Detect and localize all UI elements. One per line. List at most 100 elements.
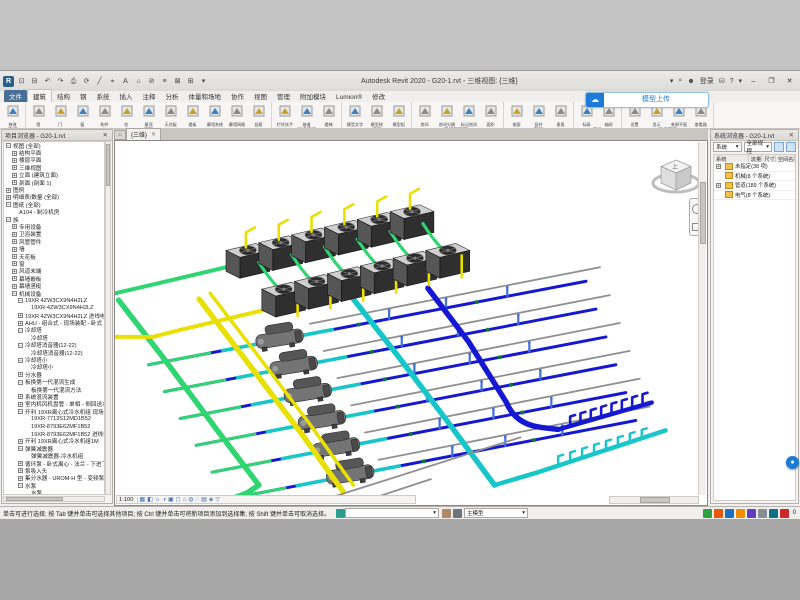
- shadows-icon[interactable]: ◑: [162, 496, 166, 504]
- model-upload-button[interactable]: ☁ 模型上传: [585, 92, 709, 108]
- temporary-view-properties-icon[interactable]: ▤: [201, 496, 207, 504]
- tree-item[interactable]: A104 - 制冷机房: [4, 209, 104, 216]
- ribbon-button-天花板[interactable]: 天花板: [160, 103, 181, 128]
- displacement-icon[interactable]: ◈: [209, 496, 214, 504]
- pipe-branches[interactable]: [148, 267, 649, 499]
- expand-icon[interactable]: +: [18, 476, 23, 481]
- close-system-browser-icon[interactable]: ✕: [788, 131, 795, 139]
- redo-icon[interactable]: ↷: [55, 76, 66, 87]
- worksets-icon[interactable]: [336, 509, 345, 518]
- ribbon-button-门[interactable]: 门: [50, 103, 71, 128]
- expand-icon[interactable]: +: [18, 402, 23, 407]
- open-icon[interactable]: ⊡: [16, 76, 27, 87]
- select-pinned-elements-icon[interactable]: [725, 509, 734, 518]
- expand-icon[interactable]: +: [18, 321, 23, 326]
- project-browser-vscroll[interactable]: [105, 141, 111, 495]
- ribbon-tab-插入[interactable]: 插入: [115, 90, 138, 102]
- tree-item[interactable]: +AHU - 组合式 - 现场装配 - 卧式 - 标准 - 2000 - 59: [4, 319, 104, 326]
- ribbon-tab-修改[interactable]: 修改: [367, 90, 390, 102]
- constraints-icon[interactable]: ▽: [215, 496, 220, 504]
- tree-item[interactable]: −冷却塔小: [4, 356, 104, 363]
- discipline-filter-dropdown[interactable]: 全部规程▾: [744, 142, 773, 152]
- expand-icon[interactable]: +: [18, 313, 23, 318]
- ribbon-button-楼梯[interactable]: 楼梯: [318, 103, 339, 128]
- expand-icon[interactable]: +: [12, 151, 17, 156]
- expand-icon[interactable]: +: [6, 195, 11, 200]
- ribbon-tab-管理[interactable]: 管理: [272, 90, 295, 102]
- print-icon[interactable]: ⎙: [68, 76, 79, 87]
- expand-icon[interactable]: +: [18, 372, 23, 377]
- design-options-icon[interactable]: [453, 509, 462, 518]
- expand-icon[interactable]: +: [12, 254, 17, 259]
- unlocked-3d-view-icon[interactable]: ⌂: [183, 496, 187, 504]
- expand-icon[interactable]: +: [716, 183, 721, 188]
- tree-item[interactable]: 冷却塔小: [4, 364, 104, 371]
- system-filter-dropdown[interactable]: 系统▾: [713, 142, 742, 152]
- collapse-icon[interactable]: −: [18, 446, 23, 451]
- assistant-floating-button[interactable]: ●: [786, 456, 799, 469]
- expand-icon[interactable]: +: [12, 247, 17, 252]
- expand-icon[interactable]: +: [12, 239, 17, 244]
- ribbon-button-房间分隔[interactable]: 房间分隔: [436, 103, 457, 128]
- collapse-icon[interactable]: −: [6, 143, 11, 148]
- ribbon-tab-协作[interactable]: 协作: [226, 90, 249, 102]
- drag-elements-on-selection-icon[interactable]: [747, 509, 756, 518]
- reveal-hidden-elements-icon[interactable]: ◌: [196, 496, 200, 504]
- expand-icon[interactable]: +: [12, 173, 17, 178]
- tree-item[interactable]: −19XR 4ZW3CX9N4H2LZ: [4, 297, 104, 304]
- app-store-icon[interactable]: ⛁: [719, 77, 725, 85]
- drawing-area[interactable]: 上 1:100 ▦◧☼◑▣◻⌂◍◌▤◈▽: [114, 140, 708, 506]
- viewcube[interactable]: 上: [651, 153, 703, 199]
- autofit-columns-icon[interactable]: [774, 142, 784, 152]
- filter-icon[interactable]: [780, 509, 789, 518]
- collapse-icon[interactable]: −: [12, 291, 17, 296]
- tree-item[interactable]: −冷却塔: [4, 327, 104, 334]
- ribbon-button-坡道[interactable]: 坡道: [296, 103, 317, 128]
- column-settings-icon[interactable]: [786, 142, 796, 152]
- tree-item[interactable]: 冷却塔消音器(12-22): [4, 349, 104, 356]
- expand-icon[interactable]: +: [18, 461, 23, 466]
- text-icon[interactable]: A: [120, 76, 131, 87]
- ribbon-tab-注释[interactable]: 注释: [138, 90, 161, 102]
- view-tab-3d[interactable]: {三维} ✕: [126, 128, 161, 140]
- ribbon-button-面积[interactable]: 面积: [480, 103, 501, 128]
- show-crop-region-icon[interactable]: ◻: [176, 496, 181, 504]
- editing-requests-icon[interactable]: [442, 509, 451, 518]
- home-icon[interactable]: ⌂: [114, 130, 126, 140]
- collapse-icon[interactable]: −: [6, 217, 11, 222]
- system-browser-rows[interactable]: +未指定(38 项)机械(8 个系统)+管道(189 个系统)电气(8 个系统): [713, 162, 796, 501]
- system-row[interactable]: +管道(189 个系统): [714, 181, 795, 191]
- scale-button[interactable]: 1:100: [119, 497, 138, 503]
- ribbon-button-柱[interactable]: 柱: [116, 103, 137, 128]
- sign-in-button[interactable]: 登录: [700, 76, 714, 86]
- view-control-bar[interactable]: 1:100 ▦◧☼◑▣◻⌂◍◌▤◈▽: [116, 495, 416, 504]
- ribbon-button-按面[interactable]: 按面: [506, 103, 527, 128]
- close-view-tab-icon[interactable]: ✕: [151, 131, 156, 138]
- design-option-dropdown[interactable]: 主模型▾: [464, 508, 528, 518]
- ribbon-button-竖梃[interactable]: 竖梃: [248, 103, 269, 128]
- aligned-dimension-icon[interactable]: ⌖: [107, 76, 118, 87]
- ribbon-tab-视图[interactable]: 视图: [249, 90, 272, 102]
- close-hidden-icon[interactable]: ⊠: [172, 76, 183, 87]
- ribbon-button-模型文字[interactable]: 模型文字: [344, 103, 365, 128]
- tree-item[interactable]: 19XR-7713S12MD1B52: [4, 415, 104, 422]
- system-row[interactable]: 电气(8 个系统): [714, 191, 795, 201]
- ribbon-button-幕墙系统[interactable]: 幕墙系统: [204, 103, 225, 128]
- minimize-button[interactable]: –: [747, 76, 760, 87]
- ribbon-button-栏杆扶手[interactable]: 栏杆扶手: [274, 103, 295, 128]
- expand-icon[interactable]: +: [12, 261, 17, 266]
- ribbon-tab-Lumion®[interactable]: Lumion®: [331, 93, 367, 102]
- section-icon[interactable]: ⊘: [146, 76, 157, 87]
- save-icon[interactable]: ⊟: [29, 76, 40, 87]
- ribbon-tab-结构[interactable]: 结构: [52, 90, 75, 102]
- select-elements-by-face-icon[interactable]: [736, 509, 745, 518]
- 3d-view-icon[interactable]: ⌂: [133, 76, 144, 87]
- system-row[interactable]: +未指定(38 项): [714, 162, 795, 172]
- expand-icon[interactable]: +: [18, 468, 23, 473]
- select-underlay-elements-icon[interactable]: [714, 509, 723, 518]
- collapse-icon[interactable]: −: [18, 409, 23, 414]
- collapse-icon[interactable]: −: [18, 358, 23, 363]
- collapse-icon[interactable]: −: [18, 380, 23, 385]
- expand-icon[interactable]: +: [12, 276, 17, 281]
- expand-icon[interactable]: +: [18, 439, 23, 444]
